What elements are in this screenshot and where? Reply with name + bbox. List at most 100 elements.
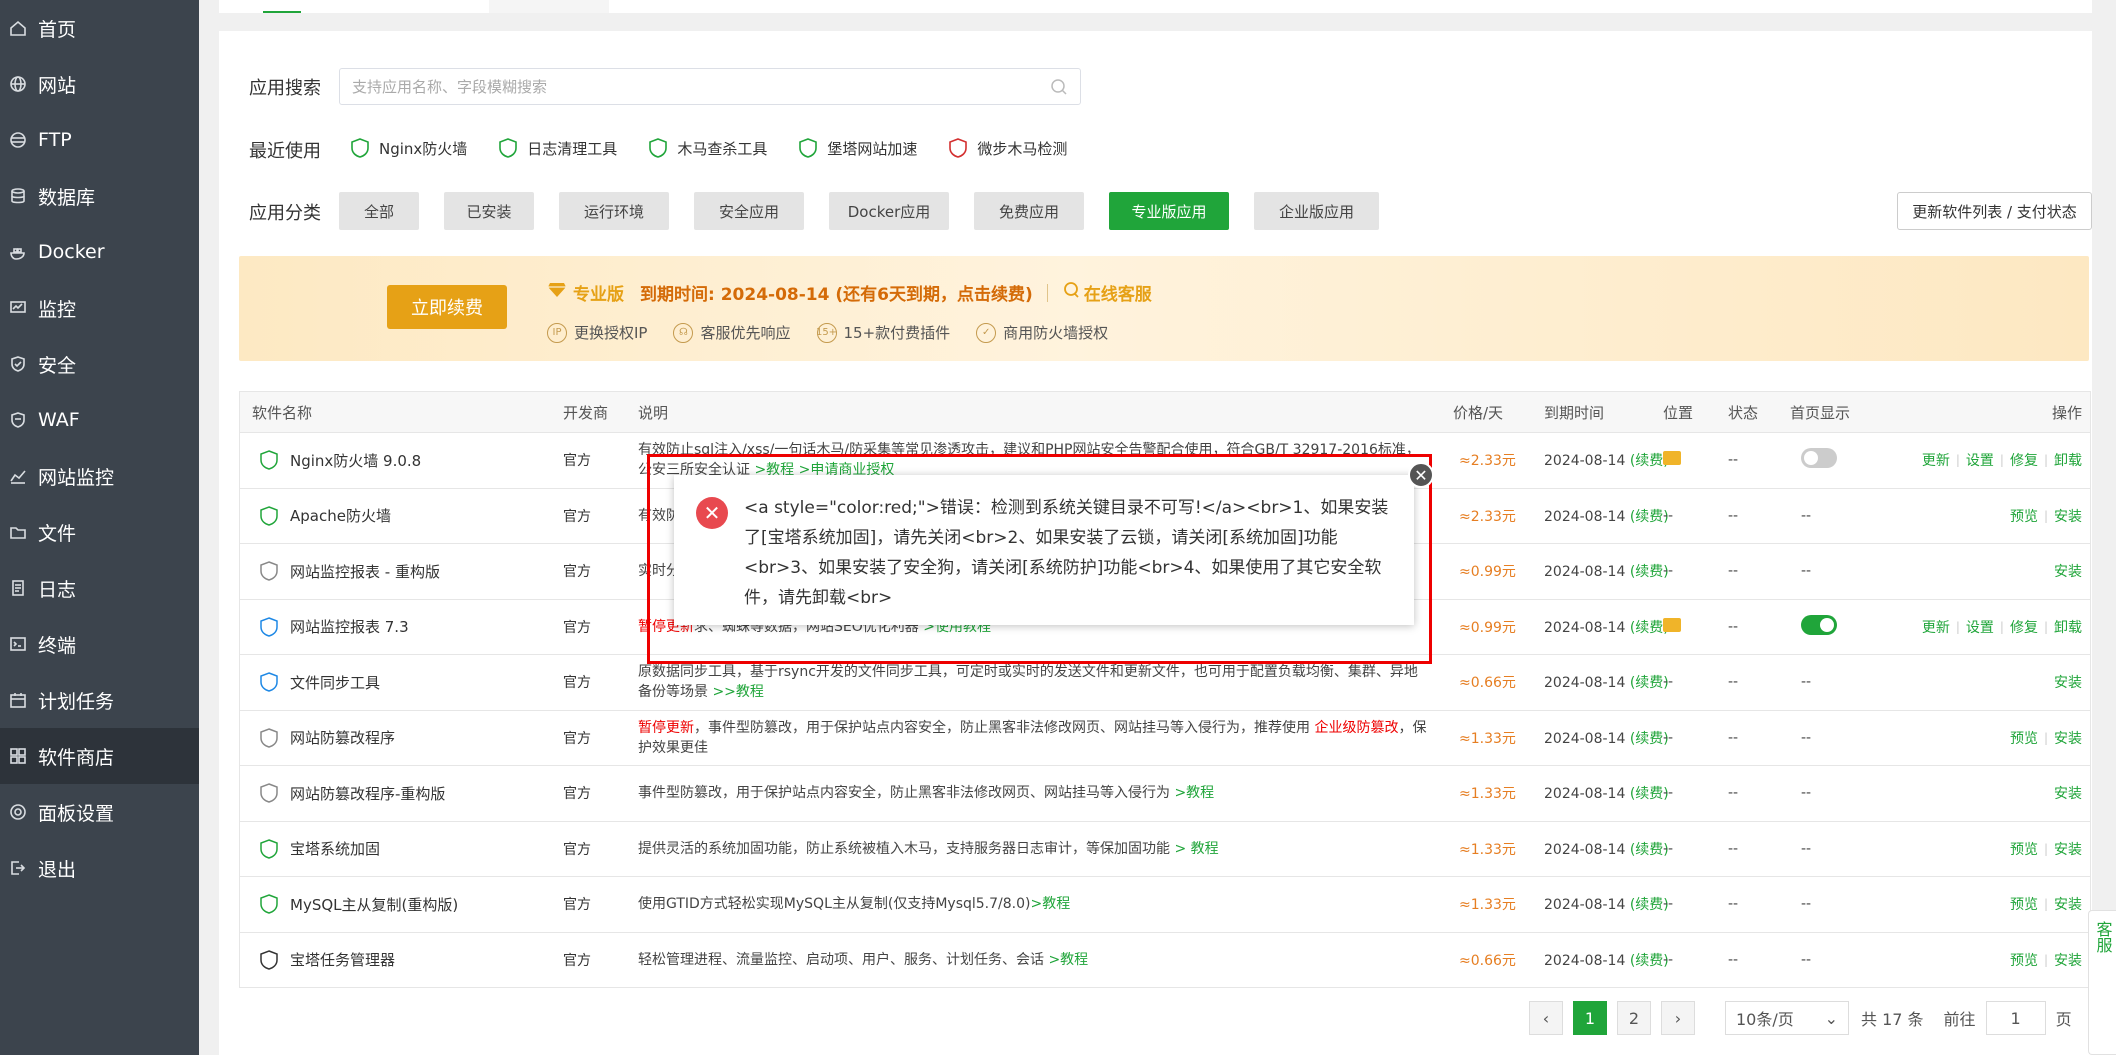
sidebar-item-13[interactable]: 软件商店 bbox=[0, 728, 199, 784]
op-button[interactable]: 安装 bbox=[2054, 894, 2082, 914]
software-name: Nginx防火墙 9.0.8 bbox=[258, 449, 421, 471]
perk-item: ✓ 商用防火墙授权 bbox=[976, 322, 1108, 343]
sidebar-item-0[interactable]: 首页 bbox=[0, 0, 199, 56]
expire-value: 2024-08-14 bbox=[1544, 952, 1626, 969]
sidebar-item-8[interactable]: 网站监控 bbox=[0, 448, 199, 504]
plugin-icon bbox=[260, 450, 278, 471]
op-button[interactable]: 设置 bbox=[1966, 617, 1994, 637]
home-display: -- bbox=[1801, 896, 1811, 912]
col-name: 软件名称 bbox=[252, 403, 313, 422]
op-button[interactable]: 安装 bbox=[2054, 839, 2082, 859]
docker-icon bbox=[8, 242, 28, 262]
price: ≈2.33元 bbox=[1459, 453, 1516, 470]
search-icon[interactable] bbox=[1050, 78, 1068, 100]
op-button[interactable]: 预览 bbox=[2010, 839, 2038, 859]
refresh-software-list-button[interactable]: 更新软件列表 / 支付状态 bbox=[1897, 192, 2092, 230]
op-button[interactable]: 安装 bbox=[2054, 561, 2082, 581]
recent-item[interactable]: 木马查杀工具 bbox=[647, 137, 767, 159]
price: ≈2.33元 bbox=[1459, 508, 1516, 525]
chat-icon bbox=[1062, 281, 1080, 304]
plugin-icon bbox=[260, 727, 278, 748]
home-display-toggle[interactable] bbox=[1801, 614, 1837, 635]
op-button[interactable]: 修复 bbox=[2010, 617, 2038, 637]
page-button[interactable]: 1 bbox=[1573, 1001, 1607, 1035]
op-button[interactable]: 预览 bbox=[2010, 728, 2038, 748]
float-service-button[interactable]: 客服 bbox=[2088, 910, 2116, 1055]
home-display bbox=[1801, 614, 1837, 639]
price: ≈0.66元 bbox=[1459, 675, 1516, 692]
desc-tutorial-link[interactable]: >教程 bbox=[1031, 896, 1071, 912]
top-tabs bbox=[219, 0, 2092, 13]
category-tab[interactable]: 已安装 bbox=[444, 192, 534, 230]
op-button[interactable]: 安装 bbox=[2054, 950, 2082, 970]
renew-button[interactable]: 立即续费 bbox=[387, 285, 507, 329]
op-button[interactable]: 卸载 bbox=[2054, 450, 2082, 470]
sidebar-item-1[interactable]: 网站 bbox=[0, 56, 199, 112]
op-button[interactable]: 更新 bbox=[1922, 450, 1950, 470]
developer: 官方 bbox=[563, 841, 591, 858]
developer: 官方 bbox=[563, 786, 591, 803]
desc-tutorial-link[interactable]: > 教程 bbox=[1170, 841, 1218, 857]
sidebar-item-9[interactable]: 文件 bbox=[0, 504, 199, 560]
category-tab[interactable]: 免费应用 bbox=[974, 192, 1084, 230]
online-service-link[interactable]: 在线客服 bbox=[1084, 280, 1152, 305]
sidebar-item-15[interactable]: 退出 bbox=[0, 840, 199, 896]
top-tab[interactable] bbox=[489, 0, 609, 13]
software-name-label: MySQL主从复制(重构版) bbox=[290, 895, 459, 914]
position bbox=[1663, 617, 1681, 636]
op-button[interactable]: 预览 bbox=[2010, 506, 2038, 526]
desc-link-red[interactable]: 企业级防篡改 bbox=[1314, 720, 1398, 736]
next-page-button[interactable]: › bbox=[1661, 1001, 1695, 1035]
edition-label: 专业版 bbox=[573, 285, 624, 305]
search-box[interactable] bbox=[339, 68, 1081, 105]
op-button[interactable]: 预览 bbox=[2010, 894, 2038, 914]
category-tab[interactable]: 专业版应用 bbox=[1109, 192, 1229, 230]
sidebar-item-12[interactable]: 计划任务 bbox=[0, 672, 199, 728]
sidebar-item-14[interactable]: 面板设置 bbox=[0, 784, 199, 840]
category-tab[interactable]: Docker应用 bbox=[829, 192, 949, 230]
op-button[interactable]: 预览 bbox=[2010, 950, 2038, 970]
op-button[interactable]: 更新 bbox=[1922, 617, 1950, 637]
recent-item[interactable]: 日志清理工具 bbox=[497, 137, 617, 159]
folder-icon[interactable] bbox=[1663, 617, 1681, 632]
category-tab[interactable]: 全部 bbox=[339, 192, 419, 230]
op-button[interactable]: 安装 bbox=[2054, 728, 2082, 748]
expire-notice[interactable]: 到期时间: 2024-08-14 (还有6天到期，点击续费) bbox=[640, 280, 1033, 305]
home-display-toggle[interactable] bbox=[1801, 448, 1837, 469]
sidebar-item-11[interactable]: 终端 bbox=[0, 616, 199, 672]
recent-item[interactable]: 堡塔网站加速 bbox=[797, 137, 917, 159]
sidebar-item-4[interactable]: Docker bbox=[0, 224, 199, 280]
op-button[interactable]: 设置 bbox=[1966, 450, 1994, 470]
sidebar-item-10[interactable]: 日志 bbox=[0, 560, 199, 616]
sidebar-item-7[interactable]: WAF bbox=[0, 392, 199, 448]
category-tab[interactable]: 安全应用 bbox=[694, 192, 804, 230]
op-button[interactable]: 修复 bbox=[2010, 450, 2038, 470]
goto-page-input[interactable]: 1 bbox=[1985, 1001, 2046, 1035]
category-tab[interactable]: 企业版应用 bbox=[1254, 192, 1379, 230]
sidebar-item-5[interactable]: 监控 bbox=[0, 280, 199, 336]
desc-tutorial-link[interactable]: >教程 bbox=[1044, 952, 1088, 968]
sidebar-item-2[interactable]: FTP bbox=[0, 112, 199, 168]
plugin-icon bbox=[260, 949, 278, 970]
recent-item[interactable]: 微步木马检测 bbox=[947, 137, 1067, 159]
op-button[interactable]: 安装 bbox=[2054, 506, 2082, 526]
close-icon[interactable]: ✕ bbox=[1408, 462, 1434, 488]
sidebar-item-6[interactable]: 安全 bbox=[0, 336, 199, 392]
op-button[interactable]: 安装 bbox=[2054, 783, 2082, 803]
folder-icon[interactable] bbox=[1663, 451, 1681, 466]
page-button[interactable]: 2 bbox=[1617, 1001, 1651, 1035]
desc-tutorial-link[interactable]: >教程 bbox=[1170, 785, 1214, 801]
search-input[interactable] bbox=[340, 69, 1044, 104]
desc-tutorial-link[interactable]: >>教程 bbox=[708, 684, 763, 700]
op-button[interactable]: 安装 bbox=[2054, 672, 2082, 692]
category-tab[interactable]: 运行环境 bbox=[559, 192, 669, 230]
app-icon bbox=[351, 138, 369, 158]
developer: 官方 bbox=[563, 508, 591, 525]
col-home: 首页显示 bbox=[1790, 403, 1851, 422]
per-page-select[interactable]: 10条/页 ⌄ bbox=[1725, 1001, 1849, 1035]
col-expire: 到期时间 bbox=[1544, 403, 1605, 422]
op-button[interactable]: 卸载 bbox=[2054, 617, 2082, 637]
recent-item[interactable]: Nginx防火墙 bbox=[349, 137, 467, 159]
sidebar-item-3[interactable]: 数据库 bbox=[0, 168, 199, 224]
prev-page-button[interactable]: ‹ bbox=[1529, 1001, 1563, 1035]
